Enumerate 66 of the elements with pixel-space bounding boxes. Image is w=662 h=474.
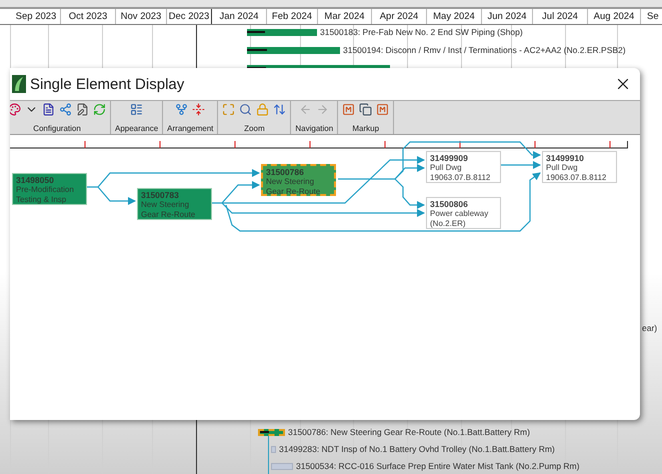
month-header: Jun 2024: [482, 9, 533, 24]
month-header: Se: [641, 9, 662, 24]
window-title: Single Element Display: [30, 76, 186, 92]
node-code: 31499910: [546, 153, 585, 163]
copy-icon[interactable]: [359, 103, 372, 116]
node-code: 31498050: [16, 175, 55, 185]
dependency-line: [268, 436, 269, 474]
node-code: 31499909: [430, 153, 469, 163]
node-text: Power cableway: [430, 209, 490, 219]
task-label: 31500534: RCC-016 Surface Prep Entire Water Mist Tank (No.2.Pump Rm): [296, 461, 580, 471]
task-bar[interactable]: [258, 428, 285, 436]
month-header: Jan 2024: [212, 9, 267, 24]
node-text: Pull Dwg: [546, 163, 579, 173]
month-header: Nov 2023: [116, 9, 167, 24]
collapse-icon[interactable]: [192, 103, 206, 116]
task-label: 31500194: Disconn / Rmv / Inst / Terminations - AC2+AA2 (No.2.ER.PSB2): [343, 45, 626, 55]
task-label: 31500786: New Steering Gear Re-Route (No.1.Batt.Battery Rm): [288, 427, 530, 437]
node-text: Gear Re-Route: [141, 210, 196, 220]
branch-icon[interactable]: [175, 103, 188, 116]
month-header: Feb 2024: [267, 9, 318, 24]
group-label: Configuration: [33, 124, 81, 133]
group-label: Navigation: [295, 124, 334, 133]
month-header: Jul 2024: [533, 9, 588, 24]
edit-document-icon[interactable]: [76, 103, 89, 116]
refresh-icon[interactable]: [93, 103, 106, 116]
month-header: Mar 2024: [318, 9, 372, 24]
activity-node[interactable]: 31499909 Pull Dwg 19063.07.B.8112: [426, 151, 501, 183]
node-text: Gear Re-Route: [266, 187, 322, 197]
markup-icon[interactable]: [342, 103, 356, 116]
node-text: Pull Dwg: [430, 163, 463, 173]
task-bar[interactable]: [247, 28, 317, 36]
task-bar[interactable]: [247, 46, 340, 54]
node-code: 31500806: [430, 199, 469, 209]
node-text: (No.2.ER): [430, 219, 467, 229]
group-label: Appearance: [115, 124, 158, 133]
share-icon[interactable]: [59, 103, 72, 116]
task-label: ear): [642, 323, 658, 333]
group-label: Arrangement: [167, 124, 214, 133]
month-header: May 2024: [427, 9, 482, 24]
month-header: Sep 2023: [12, 9, 61, 24]
node-text: 19063.07.B.8112: [430, 173, 492, 183]
month-header: Aug 2024: [588, 9, 641, 24]
sort-icon[interactable]: [273, 103, 286, 116]
month-header: Dec 2023: [167, 9, 212, 24]
group-label: Zoom: [244, 124, 265, 133]
markup-icon[interactable]: [376, 103, 390, 116]
node-text: New Steering: [141, 200, 190, 210]
node-text: Testing & Insp: [16, 195, 68, 205]
node-text: 19063.07.B.8112: [546, 173, 608, 183]
task-label: 31500183: Pre-Fab New No. 2 End SW Piping (Shop): [320, 27, 523, 37]
palette-icon[interactable]: [10, 103, 21, 116]
node-code: 31500783: [141, 190, 180, 200]
fit-icon[interactable]: [222, 103, 236, 116]
activity-node[interactable]: 31499910 Pull Dwg 19063.07.B.8112: [542, 151, 617, 183]
node-text: New Steering: [266, 177, 316, 187]
month-header: Apr 2024: [372, 9, 427, 24]
app-icon: [12, 75, 26, 93]
layout-icon[interactable]: [130, 103, 144, 116]
node-code: 31500786: [266, 167, 305, 177]
document-icon[interactable]: [42, 103, 55, 116]
activity-node[interactable]: 31500806 Power cableway (No.2.ER): [426, 197, 501, 229]
task-label: 31499283: NDT Insp of No.1 Battery Ovhd Trolley (No.1.Batt.Battery Rm): [279, 444, 555, 454]
month-header: Oct 2023: [61, 9, 116, 24]
node-text: Pre-Modification: [16, 185, 75, 195]
search-icon[interactable]: [239, 103, 252, 116]
group-label: Markup: [352, 124, 380, 133]
